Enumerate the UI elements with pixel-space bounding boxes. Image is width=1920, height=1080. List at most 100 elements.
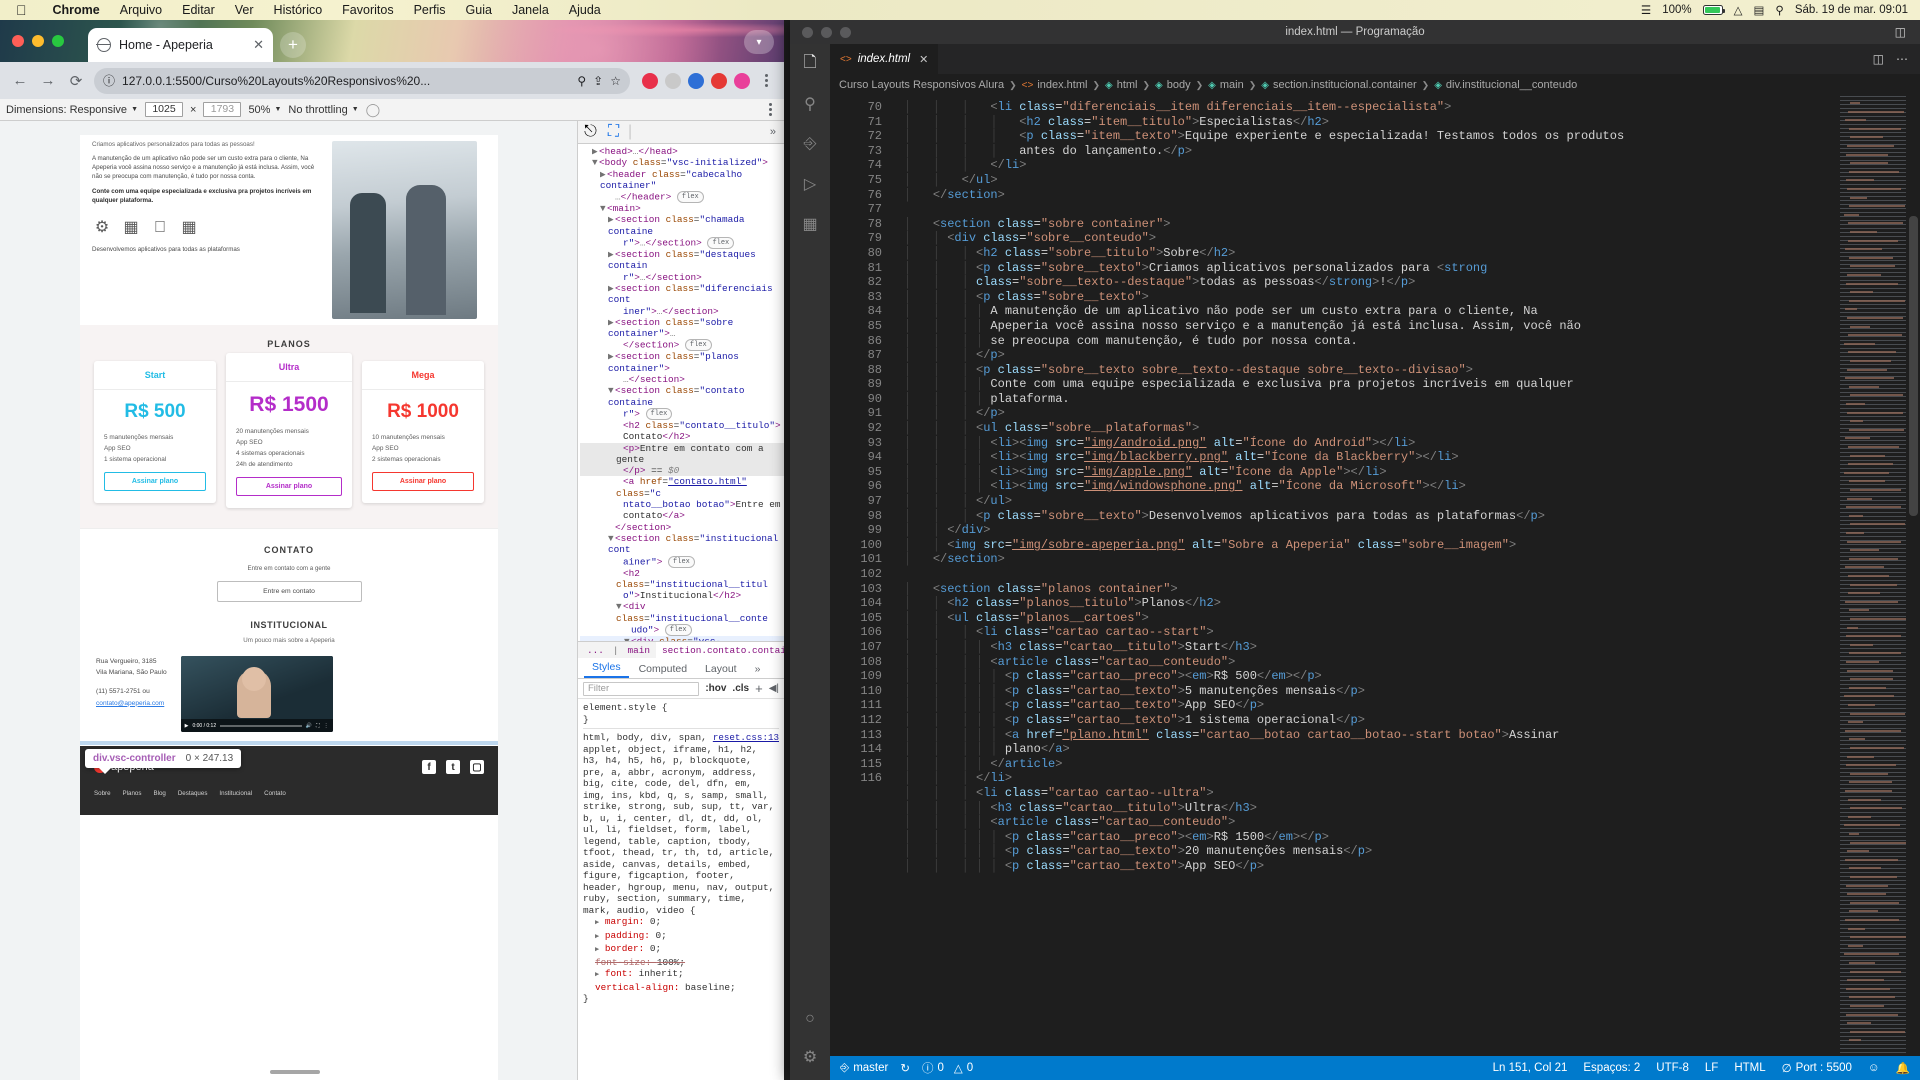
account-icon[interactable]: ○ — [799, 1008, 821, 1030]
code-line[interactable]: │ │ │ │ │ <p class="cartao__preco"><em>R… — [904, 830, 1920, 845]
tab-search-button[interactable]: ▾ — [744, 30, 774, 54]
code-line[interactable]: │ │ │ │ antes do lançamento.</p> — [904, 144, 1920, 159]
footer-nav-contato[interactable]: Contato — [264, 790, 286, 797]
code-line[interactable]: │ │ │ <li class="cartao cartao--start"> — [904, 625, 1920, 640]
code-line[interactable]: │ │ │ │ │ <p class="cartao__texto">5 man… — [904, 684, 1920, 699]
code-line[interactable]: │ │ │ │ <article class="cartao__conteudo… — [904, 655, 1920, 670]
code-line[interactable]: │ │ │ │ │ <p class="cartao__preco"><em>R… — [904, 669, 1920, 684]
breadcrumb-symbol-html[interactable]: ◈ html — [1102, 79, 1140, 91]
css-declaration[interactable]: vertical-align: baseline; — [583, 982, 779, 994]
plan-subscribe-button[interactable]: Assinar plano — [104, 472, 206, 491]
search-icon[interactable]: ⚲ — [577, 74, 586, 88]
footer-nav-planos[interactable]: Planos — [123, 790, 142, 797]
plan-subscribe-button[interactable]: Assinar plano — [372, 472, 474, 491]
status-problems[interactable]: ⓘ 0 △ 0 — [922, 1060, 973, 1076]
menubar-item-janela[interactable]: Janela — [502, 3, 559, 17]
viewport-height-input[interactable]: 1793 — [203, 102, 242, 117]
dom-node-line[interactable]: ▼<div class="institucional__conte — [580, 601, 784, 624]
code-line[interactable]: │ │ │ │ A manutenção de um aplicativo nã… — [904, 304, 1920, 319]
back-button[interactable]: ← — [10, 71, 30, 91]
code-line[interactable]: │ │ │ │ </article> — [904, 757, 1920, 772]
plan-subscribe-button[interactable]: Assinar plano — [236, 477, 342, 496]
code-line[interactable]: │ │ │ │ Conte com uma equipe especializa… — [904, 377, 1920, 392]
status-eol[interactable]: LF — [1705, 1062, 1718, 1074]
code-line[interactable]: │ │ │ │ <li><img src="img/blackberry.png… — [904, 450, 1920, 465]
code-line[interactable]: │ │ │ <p class="sobre__texto">Criamos ap… — [904, 261, 1920, 276]
page-viewport[interactable]: Criamos aplicativos personalizados para … — [0, 121, 578, 1080]
volume-icon[interactable]: 🔊 — [306, 723, 312, 729]
dom-node-line[interactable]: ▼<main> — [580, 203, 784, 214]
breadcrumb-symbol-main[interactable]: ◈ main — [1205, 79, 1247, 91]
m-icon[interactable] — [665, 72, 681, 89]
forward-button[interactable]: → — [38, 71, 58, 91]
devtools-overflow-button[interactable]: » — [770, 126, 780, 138]
settings-gear-icon[interactable]: ⚙ — [799, 1046, 821, 1068]
dom-node-line[interactable]: ▼<section class="contato containe — [580, 385, 784, 408]
css-declaration[interactable]: ▶ border: 0; — [583, 943, 779, 957]
dom-node-line[interactable]: ▶<section class="diferenciais cont — [580, 283, 784, 306]
rendered-page[interactable]: Criamos aplicativos personalizados para … — [80, 135, 498, 1080]
menubar-app-name[interactable]: Chrome — [43, 3, 110, 17]
code-line[interactable]: │ │ │ │ plataforma. — [904, 392, 1920, 407]
footer-nav-blog[interactable]: Blog — [153, 790, 165, 797]
breadcrumb-symbol-body[interactable]: ◈ body — [1152, 79, 1194, 91]
dom-node-line[interactable]: ▶<section class="chamada containe — [580, 214, 784, 237]
throttling-select[interactable]: No throttling ▼ — [288, 104, 358, 116]
dom-node-line[interactable]: ▼<div class="vsc-controller"> — [580, 635, 784, 641]
dom-node-line[interactable]: </section> flex — [580, 339, 784, 352]
code-line[interactable]: │ │ │ class="sobre__texto--destaque">tod… — [904, 275, 1920, 290]
status-sync[interactable]: ↻ — [900, 1061, 910, 1075]
cls-toggle[interactable]: .cls — [732, 683, 749, 694]
code-line[interactable]: │ │ </ul> — [904, 173, 1920, 188]
code-line[interactable]: │ │ │ │ │ <p class="cartao__texto">App S… — [904, 698, 1920, 713]
plan-card-mega[interactable]: Mega R$ 1000 10 manutenções mensais App … — [362, 361, 484, 503]
device-more-icon[interactable] — [762, 102, 778, 118]
code-line[interactable]: │ │ │ │ │ <a href="plano.html" class="ca… — [904, 728, 1920, 743]
dom-node-line[interactable]: ▼<section class="institucional cont — [580, 533, 784, 556]
footer-nav-sobre[interactable]: Sobre — [94, 790, 111, 797]
menubar-item-editar[interactable]: Editar — [172, 3, 225, 17]
dom-node-line[interactable]: udo"> flex — [580, 623, 784, 636]
dom-node-line[interactable]: …</section> — [580, 374, 784, 385]
status-indentation[interactable]: Espaços: 2 — [1583, 1062, 1640, 1074]
code-line[interactable]: │ │ │ <p class="sobre__texto">Desenvolve… — [904, 509, 1920, 524]
menubar-item-guia[interactable]: Guia — [456, 3, 502, 17]
video-progress-bar[interactable] — [220, 724, 302, 727]
video-more-icon[interactable]: ⋮ — [324, 723, 329, 729]
menubar-item-ajuda[interactable]: Ajuda — [559, 3, 611, 17]
element-style-rule[interactable]: element.style { } — [583, 702, 779, 725]
code-line[interactable]: │ </section> — [904, 188, 1920, 203]
breadcrumb-symbol-div[interactable]: ◈ div.institucional__conteudo — [1431, 79, 1580, 91]
footer-nav-destaques[interactable]: Destaques — [178, 790, 208, 797]
apple-logo-icon[interactable]:  — [16, 3, 27, 17]
dom-node-line[interactable]: …</header> flex — [580, 191, 784, 204]
opera-icon[interactable] — [642, 72, 658, 89]
bluetooth-icon[interactable]: ☰ — [1641, 3, 1651, 17]
dom-node-line[interactable]: o">Institucional</h2> — [580, 590, 784, 601]
fullscreen-icon[interactable]: ⛶ — [316, 723, 320, 729]
code-line[interactable]: │ │ <ul class="planos__cartoes"> — [904, 611, 1920, 626]
toggle-sidebar-icon[interactable]: ◀| — [769, 683, 779, 694]
code-line[interactable]: │ │ │ │ │ plano</a> — [904, 742, 1920, 757]
tab-computed[interactable]: Computed — [631, 661, 695, 678]
dom-node-line[interactable]: contato</a> — [580, 510, 784, 521]
code-line[interactable]: │ │ │ │ │ <p class="cartao__texto">20 ma… — [904, 844, 1920, 859]
code-line[interactable]: │ │ │ <li class="cartao cartao--ultra"> — [904, 786, 1920, 801]
code-line[interactable]: │ │ │ │ se preocupa com manutenção, é tu… — [904, 334, 1920, 349]
breadcrumb-item-main[interactable]: main — [622, 642, 657, 658]
code-line[interactable]: │ │ │ </p> — [904, 348, 1920, 363]
code-line[interactable]: │ │ <div class="sobre__conteudo"> — [904, 231, 1920, 246]
feedback-icon[interactable]: ☺ — [1868, 1062, 1880, 1074]
editor-tab-index-html[interactable]: <> index.html ✕ — [830, 44, 940, 74]
bell-icon[interactable]: 🔔 — [1896, 1061, 1910, 1075]
dom-node-line[interactable]: ▶<head>…</head> — [580, 146, 784, 157]
code-line[interactable]: │ <section class="sobre container"> — [904, 217, 1920, 232]
style-source-link[interactable]: reset.css:13 — [713, 732, 779, 744]
battery-icon[interactable] — [1702, 5, 1725, 15]
code-line[interactable]: │ │ │ <p class="sobre__texto sobre__text… — [904, 363, 1920, 378]
split-editor-icon[interactable]: ◫ — [1873, 52, 1884, 66]
institucional-video[interactable]: ▶ 0:00 / 0:12 🔊 ⛶ ⋮ — [180, 656, 333, 732]
extensions-icon[interactable]: ▦ — [799, 213, 821, 235]
menubar-item-ver[interactable]: Ver — [225, 3, 264, 17]
code-line[interactable]: │ <section class="planos container"> — [904, 582, 1920, 597]
